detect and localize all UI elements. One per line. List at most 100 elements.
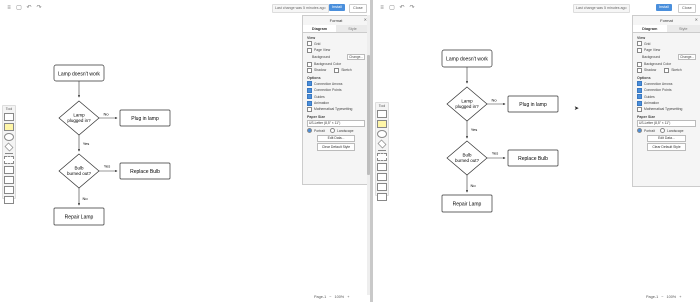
- zoom-out-icon[interactable]: −: [661, 295, 663, 299]
- connection-points-checkbox[interactable]: [637, 87, 642, 93]
- connection-arrows-checkbox[interactable]: [637, 81, 642, 87]
- sketch-checkbox[interactable]: [334, 67, 340, 73]
- zoom-in-icon[interactable]: +: [679, 295, 681, 299]
- close-button[interactable]: Close: [349, 4, 367, 13]
- last-change-notice-right[interactable]: Last change was 5 minutes ago: [573, 4, 630, 13]
- page-view-option[interactable]: Page View: [307, 47, 365, 53]
- connection-arrows-option[interactable]: Connection Arrows: [307, 81, 365, 87]
- shadow-checkbox[interactable]: [637, 67, 642, 73]
- rectangle-tool-icon[interactable]: [4, 113, 14, 121]
- landscape-radio[interactable]: [659, 128, 665, 134]
- note-tool-icon[interactable]: [4, 123, 14, 131]
- zoom-level[interactable]: 100%: [666, 295, 676, 299]
- connection-arrows-option[interactable]: Connection Arrows: [637, 81, 696, 87]
- ellipse-tool-icon[interactable]: [377, 130, 387, 138]
- more-shapes-icon[interactable]: [4, 196, 14, 204]
- page-tab[interactable]: Page-1: [314, 295, 326, 299]
- zoom-out-icon[interactable]: −: [329, 295, 331, 299]
- node-plug-in-lamp[interactable]: Plug in lamp: [507, 95, 559, 113]
- animation-checkbox[interactable]: [307, 100, 312, 106]
- undo-icon[interactable]: ↶: [399, 5, 405, 11]
- math-option[interactable]: Mathematical Typesetting: [307, 106, 365, 112]
- portrait-radio[interactable]: [307, 128, 312, 134]
- last-change-notice[interactable]: Last change was 5 minutes ago: [272, 4, 329, 13]
- change-background-button[interactable]: Change...: [347, 54, 365, 61]
- diagram-canvas-right[interactable]: Lamp doesn't work Lamp plugged in? No Pl…: [427, 40, 627, 260]
- sketch-checkbox[interactable]: [664, 67, 670, 73]
- zoom-level[interactable]: 100%: [334, 295, 344, 299]
- tab-style[interactable]: Style: [336, 25, 369, 32]
- ellipse-tool-icon[interactable]: [4, 133, 14, 141]
- rectangle-tool-icon[interactable]: [377, 110, 387, 118]
- math-option[interactable]: Mathematical Typesetting: [637, 106, 696, 112]
- freehand-tool-icon[interactable]: [377, 173, 387, 181]
- redo-icon[interactable]: ↷: [409, 5, 415, 11]
- clear-default-style-button[interactable]: Clear Default Style: [647, 143, 686, 151]
- diamond-tool-icon[interactable]: [4, 142, 14, 152]
- connection-points-option[interactable]: Connection Points: [637, 87, 696, 93]
- page-view-checkbox[interactable]: [307, 47, 312, 53]
- menu-icon[interactable]: ≡: [6, 5, 12, 11]
- node-decision-burned[interactable]: Bulb burned out?: [446, 140, 488, 176]
- page-icon[interactable]: ▢: [16, 5, 22, 11]
- panel-close-icon[interactable]: ✕: [695, 17, 698, 22]
- freehand-tool-icon[interactable]: [4, 176, 14, 184]
- animation-option[interactable]: Animation: [307, 100, 365, 106]
- edit-data-button[interactable]: Edit Data...: [647, 134, 686, 142]
- grid-option[interactable]: Grid: [307, 41, 365, 47]
- node-decision-plugged[interactable]: Lamp plugged in?: [446, 86, 488, 122]
- animation-checkbox[interactable]: [637, 100, 642, 106]
- diamond-tool-icon[interactable]: [377, 139, 387, 149]
- background-color-option[interactable]: Background Color: [307, 61, 365, 67]
- portrait-radio[interactable]: [637, 128, 642, 134]
- tab-diagram[interactable]: Diagram: [303, 25, 336, 32]
- text-tool-icon[interactable]: [4, 166, 14, 174]
- page-view-option[interactable]: Page View: [637, 47, 696, 53]
- guides-option[interactable]: Guides: [637, 94, 696, 100]
- tab-diagram[interactable]: Diagram: [633, 25, 667, 32]
- more-shapes-icon[interactable]: [377, 193, 387, 201]
- node-replace-bulb[interactable]: Replace Bulb: [507, 149, 559, 167]
- paper-size-select[interactable]: US-Letter (8,5" × 11"): [307, 119, 365, 127]
- guides-option[interactable]: Guides: [307, 94, 365, 100]
- guides-checkbox[interactable]: [307, 94, 312, 100]
- note-tool-icon[interactable]: [377, 120, 387, 128]
- node-start[interactable]: Lamp doesn't work: [441, 49, 493, 68]
- guides-checkbox[interactable]: [637, 94, 642, 100]
- node-repair-lamp[interactable]: Repair Lamp: [53, 207, 105, 226]
- grid-checkbox[interactable]: [307, 41, 312, 47]
- menu-icon[interactable]: ≡: [379, 5, 385, 11]
- shapes-tool-icon[interactable]: [4, 186, 14, 194]
- clear-default-style-button[interactable]: Clear Default Style: [317, 143, 355, 151]
- paper-size-select[interactable]: US-Letter (8,5" × 11"): [637, 119, 696, 127]
- redo-icon[interactable]: ↷: [36, 5, 42, 11]
- close-button-right[interactable]: Close: [678, 4, 696, 13]
- shapes-tool-icon[interactable]: [377, 183, 387, 191]
- diagram-canvas[interactable]: Lamp doesn't work Lamp plugged in? No Pl…: [40, 55, 240, 275]
- node-decision-burned[interactable]: Bulb burned out?: [58, 153, 100, 189]
- undo-icon[interactable]: ↶: [26, 5, 32, 11]
- shadow-checkbox[interactable]: [307, 67, 312, 73]
- line-tool-icon[interactable]: [378, 150, 386, 151]
- math-checkbox[interactable]: [637, 106, 642, 112]
- background-color-checkbox[interactable]: [307, 61, 312, 67]
- change-background-button[interactable]: Change...: [678, 54, 696, 61]
- node-replace-bulb[interactable]: Replace Bulb: [119, 162, 171, 180]
- text-tool-icon[interactable]: [377, 163, 387, 171]
- tab-style[interactable]: Style: [666, 25, 700, 32]
- install-button-right[interactable]: Install: [656, 4, 672, 11]
- node-plug-in-lamp[interactable]: Plug in lamp: [119, 109, 171, 127]
- page-icon[interactable]: ▢: [389, 5, 395, 11]
- animation-option[interactable]: Animation: [637, 100, 696, 106]
- node-repair-lamp[interactable]: Repair Lamp: [441, 194, 493, 213]
- page-view-checkbox[interactable]: [637, 47, 642, 53]
- math-checkbox[interactable]: [307, 106, 312, 112]
- node-decision-plugged[interactable]: Lamp plugged in?: [58, 100, 100, 136]
- landscape-radio[interactable]: [329, 128, 335, 134]
- install-button[interactable]: Install: [329, 4, 345, 11]
- zoom-in-icon[interactable]: +: [347, 295, 349, 299]
- grid-checkbox[interactable]: [637, 41, 642, 47]
- grid-option[interactable]: Grid: [637, 41, 696, 47]
- connection-arrows-checkbox[interactable]: [307, 81, 312, 87]
- background-color-option[interactable]: Background Color: [637, 61, 696, 67]
